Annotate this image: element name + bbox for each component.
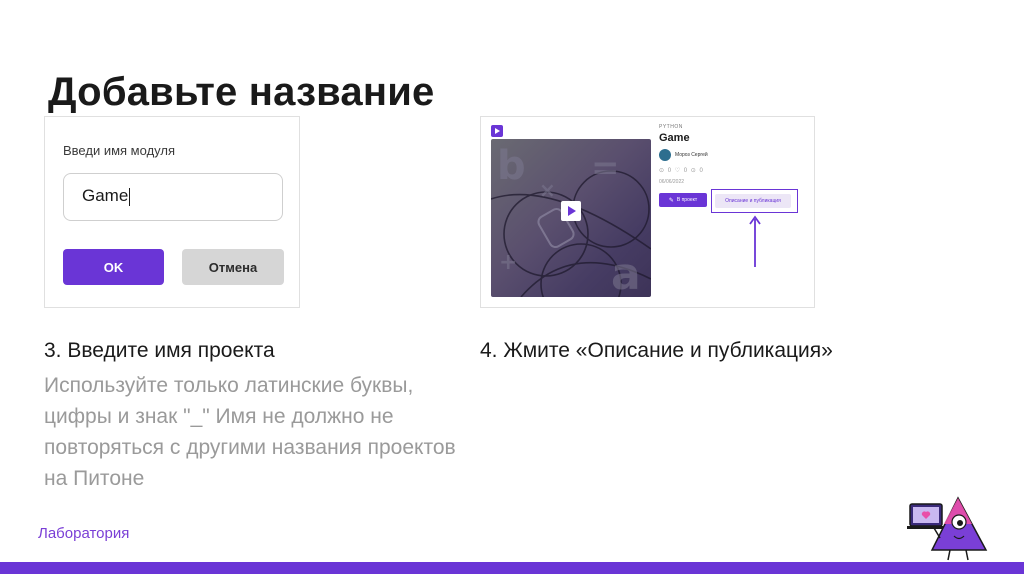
project-author: Мороз Сергей bbox=[675, 152, 708, 158]
mascot-icon bbox=[907, 496, 988, 561]
project-date: 06/06/2022 bbox=[659, 179, 685, 185]
input-value: Game bbox=[82, 186, 129, 205]
slide-title: Добавьте название bbox=[48, 70, 435, 114]
svg-text:=: = bbox=[591, 148, 620, 188]
text-caret bbox=[129, 187, 131, 206]
caption-step-4: 4. Жмите «Описание и публикация» bbox=[480, 339, 833, 362]
project-language: PYTHON bbox=[659, 124, 683, 130]
project-thumbnail[interactable]: b = a × + bbox=[491, 139, 651, 297]
project-name: Game bbox=[659, 132, 690, 144]
caption-hint: Используйте только латинские буквы, цифр… bbox=[44, 374, 456, 490]
pencil-icon: ✎ bbox=[668, 197, 674, 204]
to-project-button[interactable]: ✎ В проект bbox=[659, 193, 707, 207]
svg-text:+: + bbox=[499, 250, 517, 275]
ok-button[interactable]: OK bbox=[63, 249, 164, 285]
footer-label: Лаборатория bbox=[38, 525, 130, 542]
project-card-screenshot: b = a × + PYTHON Game Мороз Сергей ⊙ 0 ♡… bbox=[480, 116, 815, 308]
module-name-input[interactable]: Game bbox=[63, 173, 283, 221]
svg-text:a: a bbox=[611, 249, 641, 297]
play-icon[interactable] bbox=[561, 201, 581, 221]
project-stats: ⊙ 0 ♡ 0 ⊙ 0 bbox=[659, 168, 704, 174]
dialog-label: Введи имя модуля bbox=[63, 143, 175, 158]
svg-text:b: b bbox=[497, 143, 526, 189]
describe-publish-button[interactable]: Описание и публикация bbox=[715, 194, 791, 208]
avatar bbox=[659, 149, 671, 161]
caption-step-3: 3. Введите имя проекта bbox=[44, 339, 275, 362]
arrow-up-icon bbox=[749, 215, 761, 267]
to-project-label: В проект bbox=[676, 197, 698, 203]
bottom-accent-bar bbox=[0, 562, 1024, 574]
svg-text:×: × bbox=[539, 178, 556, 202]
module-name-dialog: Введи имя модуля Game OK Отмена bbox=[44, 116, 300, 308]
logo-icon bbox=[491, 125, 503, 137]
cancel-button[interactable]: Отмена bbox=[182, 249, 284, 285]
